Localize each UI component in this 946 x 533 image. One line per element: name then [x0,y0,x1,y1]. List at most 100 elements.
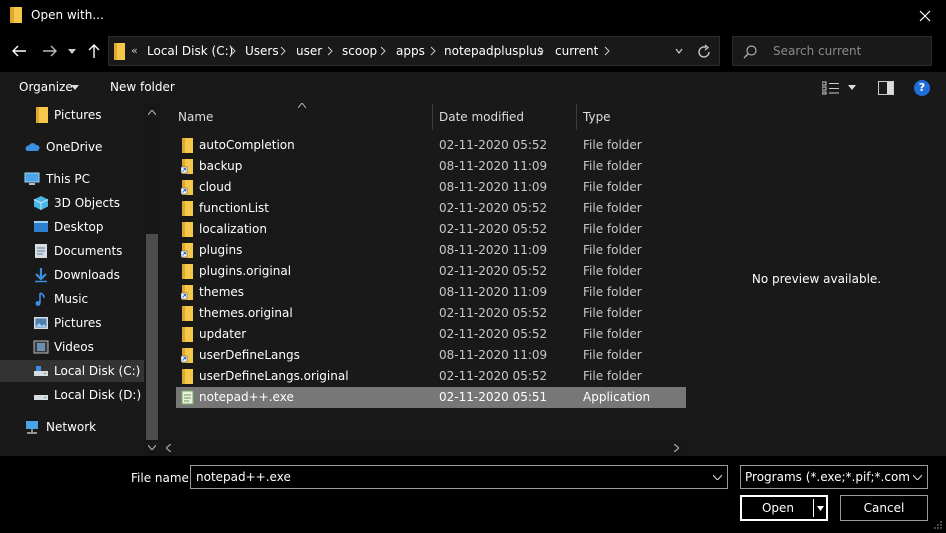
address-bar[interactable]: « Local Disk (C:) Users user scoop apps … [108,36,720,66]
file-name-value[interactable]: notepad++.exe [196,470,291,484]
file-row[interactable]: localization 02-11-2020 05:52 File folder [176,219,686,240]
folder-shortcut-icon [181,243,193,258]
breadcrumb-item[interactable]: current [555,44,598,58]
nav-item-music[interactable]: Music [0,288,144,310]
recent-locations-button[interactable] [64,41,80,61]
chevron-down-icon[interactable] [71,85,79,90]
help-icon[interactable]: ? [914,80,930,96]
organize-button[interactable]: Organize [19,80,73,94]
file-type: Application [583,390,651,404]
scroll-up-icon[interactable] [148,110,156,115]
file-row[interactable]: backup 08-11-2020 11:09 File folder [176,156,686,177]
file-row[interactable]: updater 02-11-2020 05:52 File folder [176,324,686,345]
chevron-right-icon[interactable] [277,44,289,58]
scroll-thumb[interactable] [146,234,158,440]
chevron-down-icon[interactable] [817,506,824,511]
breadcrumb-item[interactable]: Local Disk (C:) [147,44,233,58]
breadcrumb-item[interactable]: user [296,44,322,58]
forward-button[interactable] [40,41,60,61]
nav-item-pictures-library[interactable]: Pictures [0,312,144,334]
file-row[interactable]: notepad++.exe 02-11-2020 05:51 Application [176,387,686,408]
chevron-right-icon[interactable] [427,44,439,58]
file-row[interactable]: themes 08-11-2020 11:09 File folder [176,282,686,303]
chevron-right-icon[interactable] [227,44,239,58]
navigation-pane: Pictures OneDrive This PC 3D Objects Des… [0,104,160,456]
new-folder-button[interactable]: New folder [110,80,175,94]
refresh-icon[interactable] [694,43,714,61]
nav-item-network[interactable]: Network [0,416,144,438]
column-header-type[interactable]: Type [583,110,611,124]
scroll-left-icon[interactable] [166,444,171,452]
file-row[interactable]: userDefineLangs 08-11-2020 11:09 File fold… [176,345,686,366]
nav-item-desktop[interactable]: Desktop [0,216,144,238]
chevron-right-icon[interactable] [377,44,389,58]
nav-item-local-disk-d[interactable]: Local Disk (D:) [0,384,144,406]
file-name: localization [199,222,267,236]
nav-item-3d-objects[interactable]: 3D Objects [0,192,144,214]
file-type: File folder [583,348,642,362]
file-type: File folder [583,222,642,236]
nav-item-downloads[interactable]: Downloads [0,264,144,286]
nav-item-label: Pictures [54,316,102,330]
preview-pane-icon[interactable] [878,81,894,95]
nav-item-videos[interactable]: Videos [0,336,144,358]
file-type: File folder [583,159,642,173]
resize-grip-icon[interactable] [933,520,943,530]
open-button-label: Open [761,501,795,515]
chevron-down-icon[interactable] [848,85,856,90]
cancel-button[interactable]: Cancel [840,495,928,521]
close-button[interactable] [914,5,936,27]
up-button[interactable] [84,41,104,61]
column-header-name[interactable]: Name [178,110,213,124]
file-date-modified: 02-11-2020 05:52 [439,264,548,278]
column-divider[interactable] [576,104,577,130]
file-row[interactable]: plugins.original 02-11-2020 05:52 File fol… [176,261,686,282]
chevron-down-icon[interactable] [913,475,922,480]
nav-item-documents[interactable]: Documents [0,240,144,262]
file-date-modified: 02-11-2020 05:52 [439,327,548,341]
file-type-select[interactable]: Programs (*.exe;*.pif;*.com;*.bat;*.cmd) [740,465,928,489]
view-options-icon[interactable] [822,81,840,95]
folder-icon [10,7,22,23]
file-name-input[interactable]: notepad++.exe [190,465,728,489]
breadcrumb-item[interactable]: scoop [342,44,377,58]
file-row[interactable]: plugins 08-11-2020 11:09 File folder [176,240,686,261]
file-name: functionList [199,201,269,215]
nav-scrollbar[interactable] [144,104,160,456]
scroll-down-icon[interactable] [148,445,156,450]
nav-item-local-disk-c[interactable]: Local Disk (C:) [0,360,144,382]
file-row[interactable]: functionList 02-11-2020 05:52 File folder [176,198,686,219]
nav-item-this-pc[interactable]: This PC [0,168,144,190]
breadcrumb-item[interactable]: Users [245,44,279,58]
file-name-label: File name: [131,471,193,485]
search-input[interactable]: Search current [773,44,861,58]
breadcrumb-item[interactable]: apps [396,44,425,58]
file-name: cloud [199,180,232,194]
chevron-right-icon[interactable] [601,44,613,58]
sort-ascending-icon [298,103,306,108]
chevron-right-icon[interactable] [324,44,336,58]
file-row[interactable]: themes.original 02-11-2020 05:52 File fold… [176,303,686,324]
chevron-right-icon[interactable] [535,44,547,58]
open-button[interactable]: Open [740,495,828,521]
nav-item-onedrive[interactable]: OneDrive [0,136,144,158]
column-divider[interactable] [432,104,433,130]
file-date-modified: 08-11-2020 11:09 [439,285,548,299]
column-headers: Name Date modified Type [160,103,687,130]
search-box[interactable]: Search current [732,36,932,66]
nav-item-pictures[interactable]: Pictures [0,104,144,126]
column-header-date[interactable]: Date modified [439,110,524,124]
file-date-modified: 08-11-2020 11:09 [439,348,548,362]
horizontal-scrollbar[interactable] [160,440,687,456]
file-row[interactable]: userDefineLangs.original 02-11-2020 05:52… [176,366,686,387]
back-button[interactable] [9,41,29,61]
scroll-right-icon[interactable] [674,444,679,452]
file-row[interactable]: autoCompletion 02-11-2020 05:52 File folde… [176,135,686,156]
chevron-down-icon[interactable] [713,475,722,480]
file-type-value[interactable]: Programs (*.exe;*.pif;*.com;*.bat;*.cmd) [745,470,909,484]
file-row[interactable]: cloud 08-11-2020 11:09 File folder [176,177,686,198]
nav-item-label: OneDrive [46,140,103,154]
breadcrumb-overflow[interactable]: « [131,44,138,57]
chevron-down-icon[interactable] [673,44,685,58]
breadcrumb-item[interactable]: notepadplusplus [444,44,543,58]
